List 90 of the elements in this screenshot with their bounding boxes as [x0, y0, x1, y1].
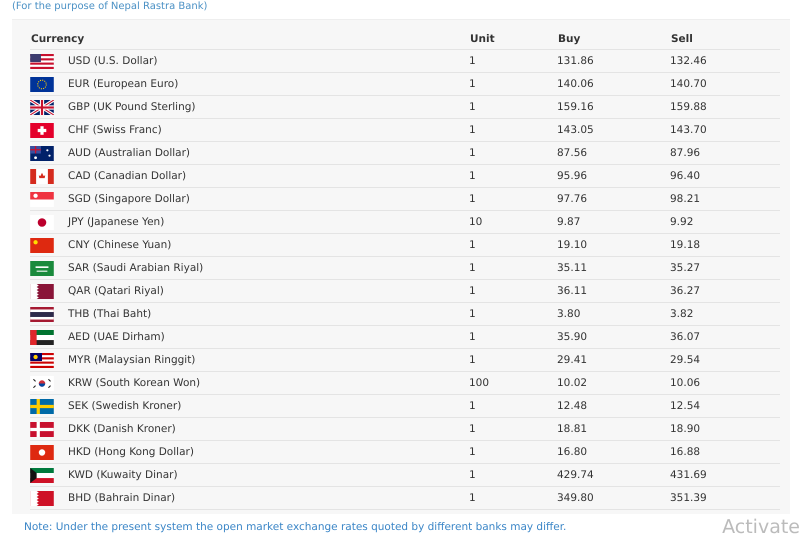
- currency-name: BHD (Bahrain Dinar): [68, 492, 176, 504]
- sell-rate: 87.96: [670, 147, 702, 159]
- column-header: Buy: [558, 32, 582, 44]
- buy-rate: 12.48: [557, 400, 588, 412]
- sell-rate: 36.07: [670, 331, 702, 343]
- unit-cell-text: 1: [469, 170, 477, 182]
- currency-name: AED (UAE Dirham): [68, 331, 165, 343]
- unit-cell-text: 1: [469, 124, 477, 136]
- sell-rate: 9.92: [670, 216, 694, 228]
- buy-rate: 35.11: [557, 262, 588, 274]
- sell-rate: 36.27: [670, 285, 702, 297]
- sell-rate: 132.46: [670, 55, 708, 67]
- currency-name: THB (Thai Baht): [68, 308, 152, 320]
- sell-rate: 351.39: [670, 492, 708, 504]
- unit-cell-text: 10: [469, 216, 484, 228]
- unit-cell-text: 1: [469, 469, 477, 481]
- sell-rate: 29.54: [670, 354, 702, 366]
- sell-rate: 159.88: [670, 101, 708, 113]
- buy-rate: 87.56: [557, 147, 588, 159]
- buy-rate: 159.16: [557, 101, 595, 113]
- currency-name: CAD (Canadian Dollar): [68, 170, 186, 182]
- buy-rate: 140.06: [557, 78, 595, 90]
- buy-rate: 36.11: [557, 285, 588, 297]
- unit-cell-text: 1: [469, 492, 477, 504]
- sell-rate: 98.21: [670, 193, 702, 205]
- sell-rate: 16.88: [670, 446, 702, 458]
- unit-cell-text: 1: [469, 239, 477, 251]
- column-header: Sell: [671, 32, 694, 44]
- sell-rate: 12.54: [670, 400, 702, 412]
- unit-cell-text: 1: [469, 262, 477, 274]
- sell-rate: 431.69: [670, 469, 708, 481]
- sell-rate: 18.90: [670, 423, 702, 435]
- unit-cell-text: 1: [469, 446, 477, 458]
- unit-cell-text: 1: [469, 308, 477, 320]
- buy-rate: 35.90: [557, 331, 588, 343]
- currency-name: DKK (Danish Kroner): [68, 423, 176, 435]
- buy-rate: 3.80: [557, 308, 582, 320]
- currency-name: MYR (Malaysian Ringgit): [68, 354, 196, 366]
- buy-rate: 97.76: [557, 193, 588, 205]
- unit-cell-text: 1: [469, 423, 477, 435]
- currency-name: AUD (Australian Dollar): [68, 147, 190, 159]
- currency-name: JPY (Japanese Yen): [68, 216, 164, 228]
- currency-name: KWD (Kuwaity Dinar): [68, 469, 178, 481]
- currency-name: CHF (Swiss Franc): [68, 124, 162, 136]
- unit-cell-text: 1: [469, 101, 477, 113]
- currency-name: USD (U.S. Dollar): [68, 55, 158, 67]
- flag-icon: [30, 76, 54, 92]
- flag-icon: [30, 398, 54, 414]
- unit-cell-text: 1: [469, 400, 477, 412]
- buy-rate: 131.86: [557, 55, 595, 67]
- sell-rate: 140.70: [670, 78, 708, 90]
- sell-rate: 10.06: [670, 377, 702, 389]
- buy-rate: 29.41: [557, 354, 588, 366]
- buy-rate: 349.80: [557, 492, 595, 504]
- currency-name: QAR (Qatari Riyal): [68, 285, 164, 297]
- sell-rate: 3.82: [670, 308, 694, 320]
- subtitle: (For the purpose of Nepal Rastra Bank): [11, 0, 208, 13]
- currency-name: HKD (Hong Kong Dollar): [68, 446, 194, 458]
- column-header: Currency: [30, 32, 86, 44]
- unit-cell-text: 100: [469, 377, 490, 389]
- currency-name: CNY (Chinese Yuan): [68, 239, 172, 251]
- activation-notice: Activate: [722, 516, 800, 538]
- buy-rate: 143.05: [557, 124, 595, 136]
- currency-name: KRW (South Korean Won): [68, 377, 200, 389]
- sell-rate: 96.40: [670, 170, 702, 182]
- sell-rate: 143.70: [670, 124, 708, 136]
- currency-name: GBP (UK Pound Sterling): [68, 101, 196, 113]
- buy-rate: 429.74: [557, 469, 595, 481]
- unit-cell-text: 1: [469, 331, 477, 343]
- buy-rate: 19.10: [557, 239, 588, 251]
- unit-cell-text: 1: [469, 354, 477, 366]
- flag-icon: [30, 238, 54, 252]
- unit-cell-text: 1: [469, 193, 477, 205]
- sell-rate: 19.18: [670, 239, 702, 251]
- sell-rate: 35.27: [670, 262, 702, 274]
- unit-cell-text: 1: [469, 78, 477, 90]
- currency-name: SAR (Saudi Arabian Riyal): [68, 262, 204, 274]
- buy-rate: 10.02: [557, 377, 588, 389]
- unit-cell-text: 1: [469, 285, 477, 297]
- buy-rate: 16.80: [557, 446, 588, 458]
- unit-cell-text: 1: [469, 147, 477, 159]
- currency-name: SGD (Singapore Dollar): [68, 193, 190, 205]
- currency-name: EUR (European Euro): [68, 78, 178, 90]
- buy-rate: 18.81: [557, 423, 588, 435]
- buy-rate: 95.96: [557, 170, 588, 182]
- column-header: Unit: [470, 32, 496, 44]
- note-text: Note: Under the present system the open market exchange rates quoted by different banks may differ.: [24, 521, 566, 533]
- buy-rate: 9.87: [557, 216, 582, 228]
- unit-cell-text: 1: [469, 55, 477, 67]
- currency-name: SEK (Swedish Kroner): [68, 400, 182, 412]
